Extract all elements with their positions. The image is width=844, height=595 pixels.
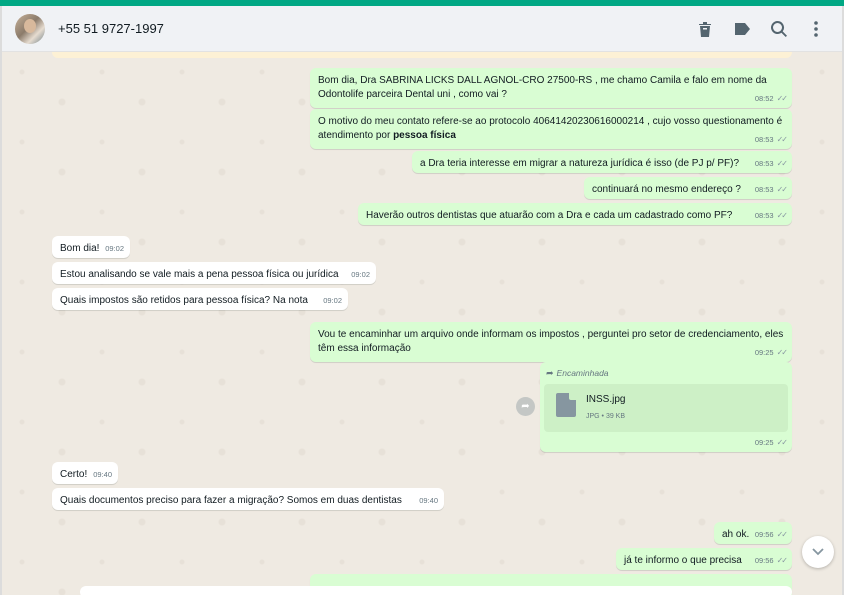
message-text: Estou analisando se vale mais a pena pes… bbox=[60, 269, 339, 280]
message-meta: 09:25 ✓✓ bbox=[754, 436, 788, 450]
message-meta: 08:53 ✓✓ bbox=[754, 209, 788, 223]
message-incoming[interactable]: Certo! 09:40 bbox=[52, 462, 118, 484]
double-check-icon: ✓✓ bbox=[776, 438, 788, 447]
message-meta: 09:40 bbox=[93, 468, 112, 482]
menu-icon[interactable] bbox=[804, 17, 828, 41]
file-attachment[interactable]: INSS.jpg JPG • 39 KB bbox=[544, 384, 788, 432]
message-meta: 08:52 ✓✓ bbox=[754, 92, 788, 106]
message-time: 09:02 bbox=[105, 244, 124, 253]
double-check-icon: ✓✓ bbox=[776, 556, 788, 565]
message-meta: 09:02 bbox=[105, 242, 124, 256]
message-text: a Dra teria interesse em migrar a nature… bbox=[420, 158, 740, 169]
message-incoming[interactable]: Estou analisando se vale mais a pena pes… bbox=[52, 262, 376, 284]
previous-message-edge bbox=[52, 52, 792, 58]
message-composer[interactable] bbox=[80, 586, 792, 595]
message-time: 09:25 bbox=[754, 348, 774, 357]
trash-icon[interactable] bbox=[693, 17, 717, 41]
message-meta: 09:02 bbox=[351, 268, 370, 282]
forwarded-label: ➦ Encaminhada bbox=[546, 368, 609, 378]
message-time: 08:53 bbox=[754, 159, 774, 168]
message-outgoing[interactable]: Haverão outros dentistas que atuarão com… bbox=[358, 203, 792, 225]
message-outgoing[interactable]: ah ok. 09:56 ✓✓ bbox=[714, 522, 792, 544]
message-outgoing[interactable]: já te informo o que precisa 09:56 ✓✓ bbox=[616, 548, 792, 570]
label-icon[interactable] bbox=[730, 17, 754, 41]
message-meta: 09:02 bbox=[323, 294, 342, 308]
header-actions bbox=[680, 17, 828, 41]
message-incoming[interactable]: Quais impostos são retidos para pessoa f… bbox=[52, 288, 348, 310]
message-outgoing[interactable]: continuará no mesmo endereço ? 08:53 ✓✓ bbox=[584, 177, 792, 199]
chat-area[interactable]: Bom dia, Dra SABRINA LICKS DALL AGNOL-CR… bbox=[2, 52, 842, 595]
message-outgoing[interactable]: O motivo do meu contato refere-se ao pro… bbox=[310, 109, 792, 149]
avatar[interactable] bbox=[15, 13, 45, 44]
chat-header: +55 51 9727-1997 bbox=[2, 6, 842, 52]
message-time: 09:25 bbox=[754, 438, 774, 447]
message-incoming[interactable]: Bom dia! 09:02 bbox=[52, 236, 130, 258]
double-check-icon: ✓✓ bbox=[776, 135, 788, 144]
message-time: 09:40 bbox=[419, 496, 438, 505]
message-time: 09:40 bbox=[93, 470, 112, 479]
double-check-icon: ✓✓ bbox=[776, 94, 788, 103]
message-time: 09:02 bbox=[351, 270, 370, 279]
scroll-down-button[interactable] bbox=[802, 536, 834, 568]
double-check-icon: ✓✓ bbox=[776, 211, 788, 220]
message-meta: 09:25 ✓✓ bbox=[754, 346, 788, 360]
message-text: já te informo o que precisa bbox=[624, 555, 742, 566]
message-time: 08:53 bbox=[754, 185, 774, 194]
message-time: 08:53 bbox=[754, 135, 774, 144]
message-outgoing[interactable]: Vou te encaminhar um arquivo onde inform… bbox=[310, 322, 792, 362]
file-info: JPG • 39 KB bbox=[586, 413, 626, 420]
message-meta: 09:56 ✓✓ bbox=[754, 528, 788, 542]
message-text: Vou te encaminhar um arquivo onde inform… bbox=[318, 329, 784, 354]
message-outgoing[interactable]: Bom dia, Dra SABRINA LICKS DALL AGNOL-CR… bbox=[310, 68, 792, 108]
file-name: INSS.jpg bbox=[586, 394, 626, 405]
message-text: ah ok. bbox=[722, 529, 750, 540]
message-time: 08:53 bbox=[754, 211, 774, 220]
double-check-icon: ✓✓ bbox=[776, 159, 788, 168]
double-check-icon: ✓✓ bbox=[776, 185, 788, 194]
message-time: 08:52 bbox=[754, 94, 774, 103]
message-text: Quais documentos preciso para fazer a mi… bbox=[60, 495, 402, 506]
double-check-icon: ✓✓ bbox=[776, 530, 788, 539]
message-meta: 08:53 ✓✓ bbox=[754, 133, 788, 147]
message-text: O motivo do meu contato refere-se ao pro… bbox=[318, 116, 783, 141]
message-incoming[interactable]: Quais documentos preciso para fazer a mi… bbox=[52, 488, 444, 510]
message-text: Haverão outros dentistas que atuarão com… bbox=[366, 210, 733, 221]
message-text: continuará no mesmo endereço ? bbox=[592, 184, 741, 195]
message-meta: 08:53 ✓✓ bbox=[754, 183, 788, 197]
message-time: 09:02 bbox=[323, 296, 342, 305]
message-meta: 09:56 ✓✓ bbox=[754, 554, 788, 568]
message-text: Bom dia, Dra SABRINA LICKS DALL AGNOL-CR… bbox=[318, 75, 767, 100]
message-text: Certo! bbox=[60, 469, 88, 480]
contact-name[interactable]: +55 51 9727-1997 bbox=[58, 21, 164, 36]
message-outgoing-file[interactable]: ➦ Encaminhada INSS.jpg JPG • 39 KB 09:25 ✓… bbox=[540, 362, 792, 452]
share-icon[interactable]: ➦ bbox=[516, 397, 535, 416]
forward-arrow-icon: ➦ bbox=[546, 368, 554, 378]
message-meta: 08:53 ✓✓ bbox=[754, 157, 788, 171]
document-icon bbox=[556, 393, 576, 417]
message-outgoing[interactable]: a Dra teria interesse em migrar a nature… bbox=[412, 151, 792, 173]
message-meta: 09:40 bbox=[419, 494, 438, 508]
chevron-down-icon bbox=[812, 548, 824, 556]
message-bold-text: pessoa física bbox=[393, 130, 456, 141]
double-check-icon: ✓✓ bbox=[776, 348, 788, 357]
search-icon[interactable] bbox=[767, 17, 791, 41]
message-text: Bom dia! bbox=[60, 243, 100, 254]
message-time: 09:56 bbox=[754, 530, 774, 539]
message-text: Quais impostos são retidos para pessoa f… bbox=[60, 295, 308, 306]
message-time: 09:56 bbox=[754, 556, 774, 565]
